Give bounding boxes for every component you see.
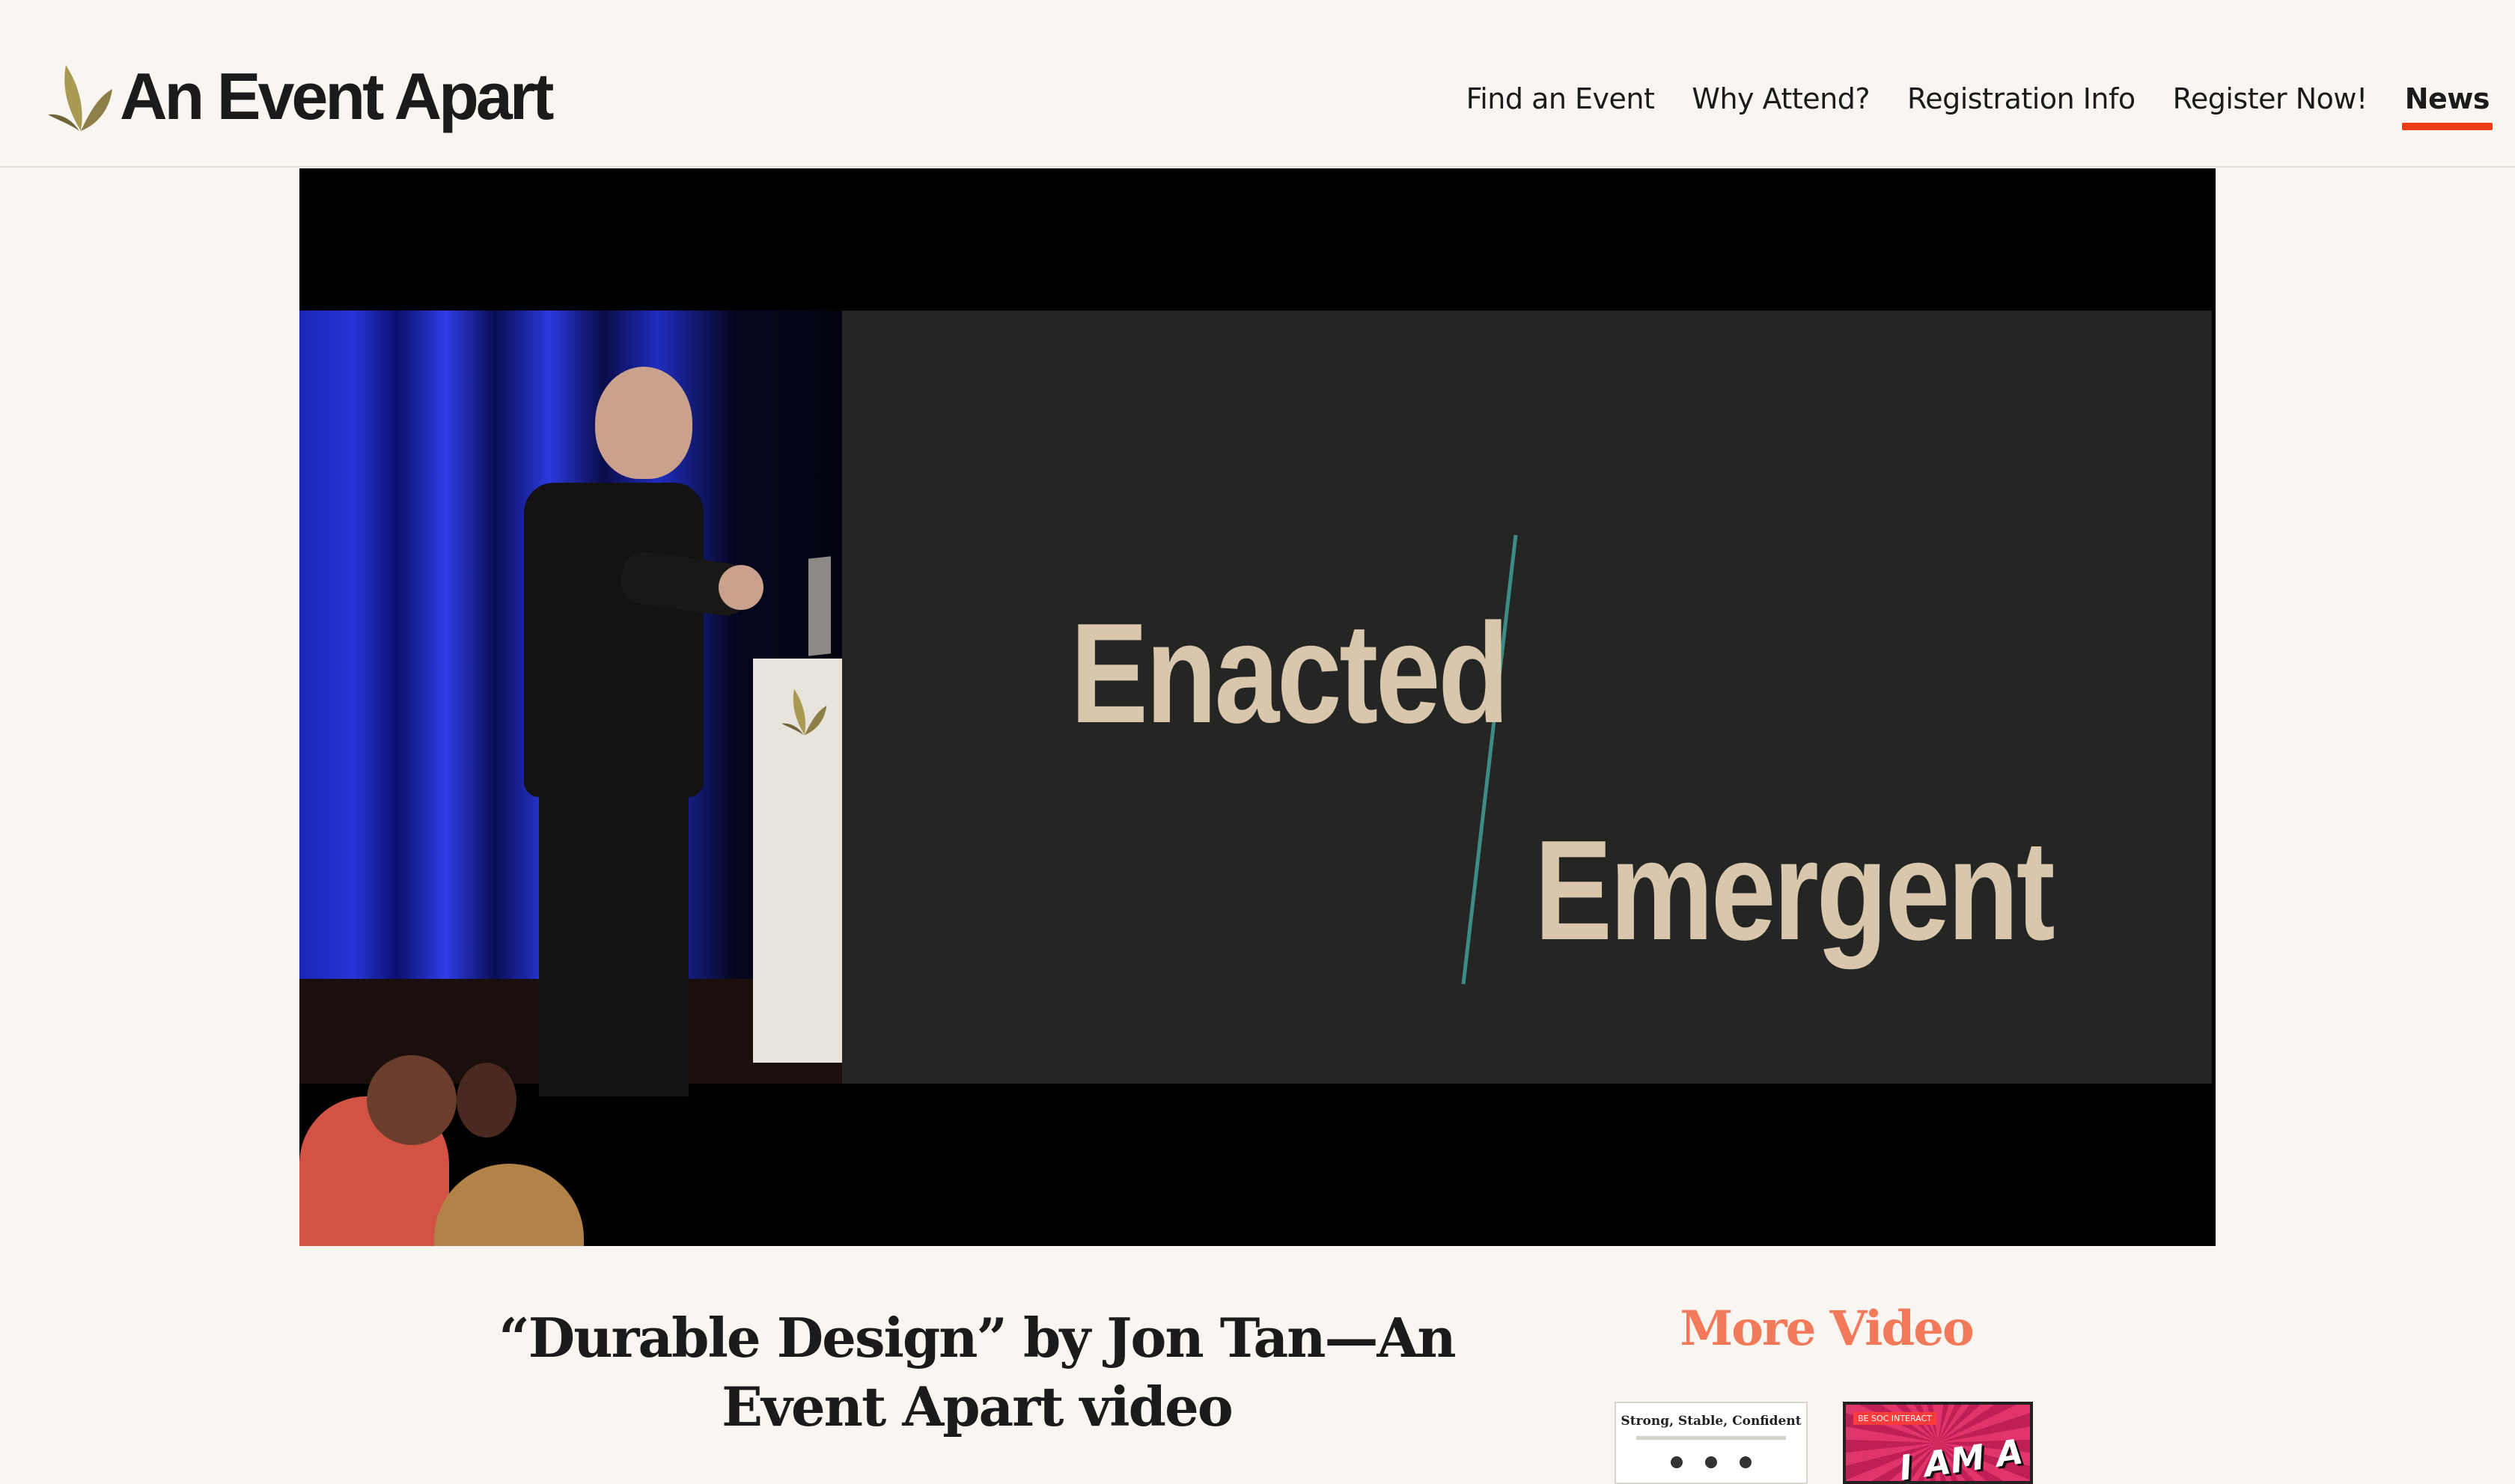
podium-leaf-icon — [781, 688, 827, 736]
nav-item-register-now[interactable]: Register Now! — [2173, 82, 2368, 126]
thumbnail-dots — [1616, 1456, 1806, 1468]
thumbnail-badge: BE SOC INTERACT — [1853, 1412, 1936, 1425]
slide-word-emergent: Emergent — [1534, 811, 2055, 970]
speaker-legs — [539, 782, 689, 1096]
speaker-head — [595, 367, 692, 479]
video-thumbnail[interactable]: Strong, Stable, Confident — [1615, 1402, 1808, 1484]
nav-item-find-an-event[interactable]: Find an Event — [1466, 82, 1655, 126]
speaker-figure — [524, 483, 704, 797]
video-thumbnail[interactable]: BE SOC INTERACT I AM A NERD! — [1843, 1402, 2033, 1484]
presentation-slide: Enacted Emergent — [842, 311, 2212, 1084]
thumbnail-title: Strong, Stable, Confident — [1621, 1414, 1802, 1429]
more-video-heading: More Video — [1680, 1301, 1974, 1357]
video-player[interactable]: Enacted Emergent — [299, 168, 2216, 1246]
laptop-image — [808, 556, 831, 656]
site-header: An Event Apart Find an Event Why Attend?… — [0, 0, 2515, 168]
audience-member — [434, 1164, 584, 1246]
article-title: “Durable Design” by Jon Tan—An Event Apa… — [499, 1306, 1456, 1438]
site-logo-text: An Event Apart — [120, 59, 554, 133]
leaf-logo-icon — [48, 65, 112, 131]
nav-item-why-attend[interactable]: Why Attend? — [1692, 82, 1870, 126]
slide-word-enacted: Enacted — [1070, 594, 1509, 753]
nav-item-news[interactable]: News — [2401, 82, 2493, 130]
site-logo[interactable]: An Event Apart — [46, 55, 554, 138]
main-nav: Find an Event Why Attend? Registration I… — [1429, 82, 2493, 130]
nav-item-registration-info[interactable]: Registration Info — [1907, 82, 2136, 126]
